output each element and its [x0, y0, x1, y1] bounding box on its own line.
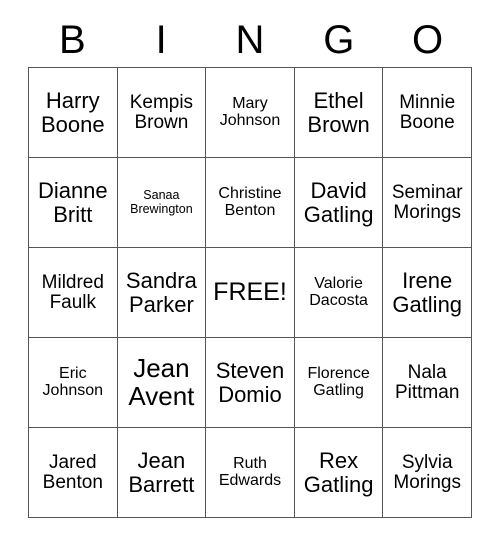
bingo-cell-label: Christine Benton — [218, 184, 282, 219]
bingo-cell-label: Harry Boone — [40, 88, 105, 137]
bingo-cell-label: Minnie Boone — [399, 91, 456, 133]
bingo-cell[interactable]: Harry Boone — [29, 68, 118, 158]
bingo-cell-label: Steven Domio — [215, 358, 285, 407]
bingo-cell[interactable]: Jean Avent — [117, 338, 207, 428]
bingo-cell-label: Dianne Britt — [37, 178, 108, 227]
bingo-cell[interactable]: Minnie Boone — [383, 68, 472, 158]
bingo-cell-label: Rex Gatling — [303, 448, 374, 497]
bingo-cell[interactable]: Dianne Britt — [29, 158, 118, 248]
bingo-cell-label: Mildred Faulk — [41, 271, 104, 313]
bingo-cell-label: Kempis Brown — [129, 91, 194, 133]
bingo-cell[interactable]: Steven Domio — [206, 338, 295, 428]
bingo-header-letter-i: I — [155, 17, 167, 62]
bingo-cell[interactable]: Mildred Faulk — [29, 248, 118, 338]
bingo-header-letter-o: O — [412, 17, 444, 62]
bingo-cell[interactable]: Eric Johnson — [29, 338, 118, 428]
bingo-cell[interactable]: Seminar Morings — [383, 158, 472, 248]
bingo-cell-label: Jean Barrett — [128, 448, 195, 497]
bingo-header-row: B I N G O — [28, 12, 472, 67]
bingo-cell-label: Irene Gatling — [392, 268, 463, 317]
bingo-cell-label: Ruth Edwards — [218, 454, 282, 489]
bingo-cell-label: Valorie Dacosta — [309, 274, 368, 309]
bingo-cell-label: Florence Gatling — [307, 364, 370, 399]
bingo-cell-label: Sandra Parker — [125, 268, 197, 317]
bingo-cell[interactable]: Sylvia Morings — [383, 428, 472, 518]
bingo-cell-label: Jared Benton — [42, 451, 103, 493]
bingo-cell[interactable]: Florence Gatling — [294, 338, 384, 428]
bingo-cell[interactable]: Jared Benton — [29, 428, 118, 518]
bingo-cell[interactable]: Kempis Brown — [117, 68, 207, 158]
bingo-cell[interactable]: Nala Pittman — [383, 338, 472, 428]
bingo-cell-label: Ethel Brown — [307, 88, 370, 137]
bingo-cell[interactable]: Mary Johnson — [206, 68, 295, 158]
bingo-cell-label: Sanaa Brewington — [130, 188, 193, 216]
bingo-header-letter-b: B — [59, 17, 86, 62]
bingo-cell[interactable]: David Gatling — [294, 158, 384, 248]
bingo-cell[interactable]: Ethel Brown — [294, 68, 384, 158]
bingo-cell-label: Jean Avent — [128, 353, 195, 411]
bingo-grid: Harry Boone Kempis Brown Mary Johnson Ethel… — [28, 67, 472, 518]
bingo-cell-label: Eric Johnson — [42, 364, 104, 399]
bingo-free-space-label: FREE! — [213, 278, 287, 307]
bingo-header-letter-n: N — [235, 17, 265, 62]
bingo-header-letter-g: G — [323, 17, 355, 62]
bingo-cell-label: Sylvia Morings — [393, 451, 461, 493]
bingo-cell[interactable]: Sanaa Brewington — [117, 158, 207, 248]
bingo-card: B I N G O Harry Boone Kempis Brown Mary Jo… — [28, 12, 472, 518]
bingo-cell-label: Mary Johnson — [219, 94, 281, 129]
bingo-free-space-cell[interactable]: FREE! — [206, 248, 295, 338]
bingo-cell[interactable]: Jean Barrett — [117, 428, 207, 518]
bingo-cell-label: Nala Pittman — [394, 361, 460, 403]
bingo-cell[interactable]: Christine Benton — [206, 158, 295, 248]
bingo-cell[interactable]: Sandra Parker — [117, 248, 207, 338]
bingo-cell-label: David Gatling — [303, 178, 374, 227]
bingo-cell[interactable]: Rex Gatling — [294, 428, 384, 518]
bingo-cell[interactable]: Valorie Dacosta — [294, 248, 384, 338]
bingo-cell[interactable]: Irene Gatling — [383, 248, 472, 338]
bingo-cell[interactable]: Ruth Edwards — [206, 428, 295, 518]
bingo-cell-label: Seminar Morings — [391, 181, 463, 223]
